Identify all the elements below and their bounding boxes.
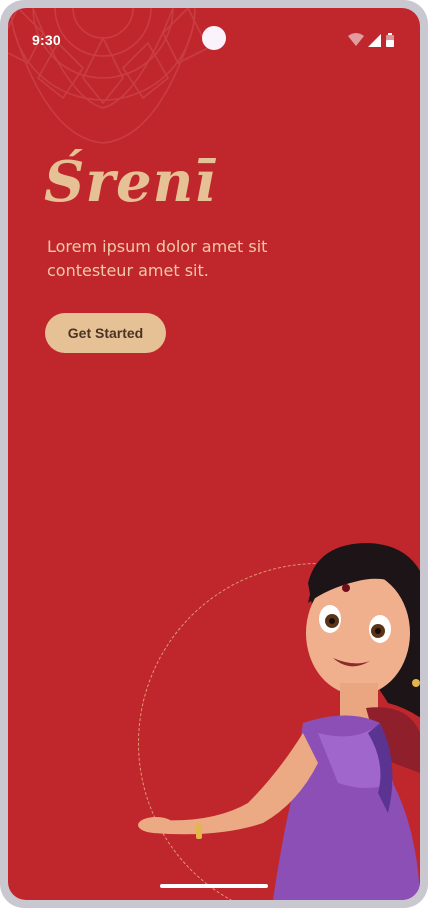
status-icons bbox=[348, 33, 394, 47]
status-bar: 9:30 bbox=[8, 8, 420, 68]
character-illustration bbox=[138, 543, 420, 900]
wifi-icon bbox=[348, 33, 364, 46]
home-indicator[interactable] bbox=[160, 884, 268, 888]
tagline-text: Lorem ipsum dolor amet sit contesteur am… bbox=[47, 237, 268, 280]
device-frame: 9:30 Śrenī Lorem ipsum dolor amet sit co… bbox=[0, 0, 428, 908]
status-time: 9:30 bbox=[32, 32, 61, 48]
battery-icon bbox=[386, 33, 394, 47]
cellular-signal-icon bbox=[368, 34, 381, 47]
bindi bbox=[342, 584, 350, 592]
get-started-button[interactable]: Get Started bbox=[45, 313, 166, 353]
app-screen: 9:30 Śrenī Lorem ipsum dolor amet sit co… bbox=[8, 8, 420, 900]
camera-cutout bbox=[202, 26, 226, 50]
brand-logo-title: Śrenī bbox=[44, 149, 217, 215]
